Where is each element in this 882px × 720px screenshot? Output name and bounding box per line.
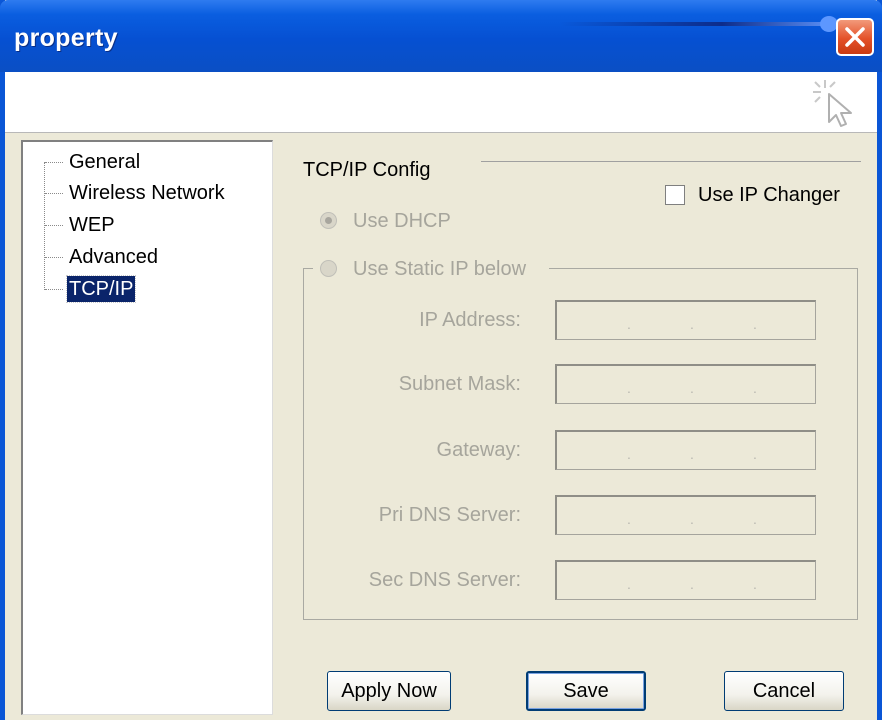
title-decoration <box>560 22 830 26</box>
use-static-ip-radio[interactable] <box>320 260 337 277</box>
ip-octet-separator: . <box>753 380 757 396</box>
use-dhcp-label[interactable]: Use DHCP <box>353 210 451 233</box>
tree-connector <box>44 162 45 290</box>
tree-item-label[interactable]: Wireless Network <box>67 180 227 206</box>
sec-dns-input[interactable]: . . . <box>555 560 816 600</box>
tree-item-label[interactable]: WEP <box>67 212 117 238</box>
tree-branch <box>45 162 63 163</box>
gateway-input[interactable]: . . . <box>555 430 816 470</box>
radio-selected-dot <box>325 217 332 224</box>
ip-octet-separator: . <box>753 576 757 592</box>
tree-item-label[interactable]: General <box>67 149 142 175</box>
property-window: property General Wireless Network WEP Ad… <box>0 0 882 720</box>
pri-dns-label: Pri DNS Server: <box>378 504 521 526</box>
tree-branch <box>45 289 63 290</box>
tree-branch <box>45 257 63 258</box>
pri-dns-input[interactable]: . . . <box>555 495 816 535</box>
header-banner <box>5 72 877 133</box>
ip-octet-separator: . <box>753 316 757 332</box>
ip-address-input[interactable]: . . . <box>555 300 816 340</box>
tree-branch <box>45 225 63 226</box>
cancel-button[interactable]: Cancel <box>724 671 844 711</box>
ip-octet-separator: . <box>690 511 694 527</box>
ip-address-label: IP Address: <box>419 309 521 331</box>
tree-branch <box>45 193 63 194</box>
ip-octet-separator: . <box>627 446 631 462</box>
tree-item-label[interactable]: TCP/IP <box>65 275 137 303</box>
ip-octet-separator: . <box>753 511 757 527</box>
close-icon <box>845 27 865 47</box>
ip-octet-separator: . <box>753 446 757 462</box>
save-button[interactable]: Save <box>526 671 646 711</box>
group-divider <box>481 161 861 162</box>
ip-octet-separator: . <box>690 380 694 396</box>
ip-octet-separator: . <box>690 576 694 592</box>
ip-octet-separator: . <box>627 380 631 396</box>
use-static-ip-label[interactable]: Use Static IP below <box>353 258 526 281</box>
use-dhcp-radio[interactable] <box>320 212 337 229</box>
gateway-label: Gateway: <box>436 439 521 461</box>
settings-tree: General Wireless Network WEP Advanced TC… <box>21 140 273 715</box>
sec-dns-label: Sec DNS Server: <box>368 569 521 591</box>
ip-octet-separator: . <box>690 446 694 462</box>
ip-octet-separator: . <box>627 316 631 332</box>
apply-now-button[interactable]: Apply Now <box>327 671 451 711</box>
close-button[interactable] <box>836 18 874 56</box>
title-bar[interactable]: property <box>0 0 882 72</box>
tree-item-label[interactable]: Advanced <box>67 244 160 270</box>
window-title: property <box>14 24 118 52</box>
cursor-sparkle-icon <box>813 80 852 127</box>
subnet-mask-input[interactable]: . . . <box>555 364 816 404</box>
tcpip-config-group-label: TCP/IP Config <box>303 159 431 181</box>
use-ip-changer-checkbox[interactable] <box>665 185 685 205</box>
use-ip-changer-label[interactable]: Use IP Changer <box>698 184 840 207</box>
subnet-mask-label: Subnet Mask: <box>398 373 521 395</box>
ip-octet-separator: . <box>690 316 694 332</box>
ip-octet-separator: . <box>627 576 631 592</box>
ip-octet-separator: . <box>627 511 631 527</box>
